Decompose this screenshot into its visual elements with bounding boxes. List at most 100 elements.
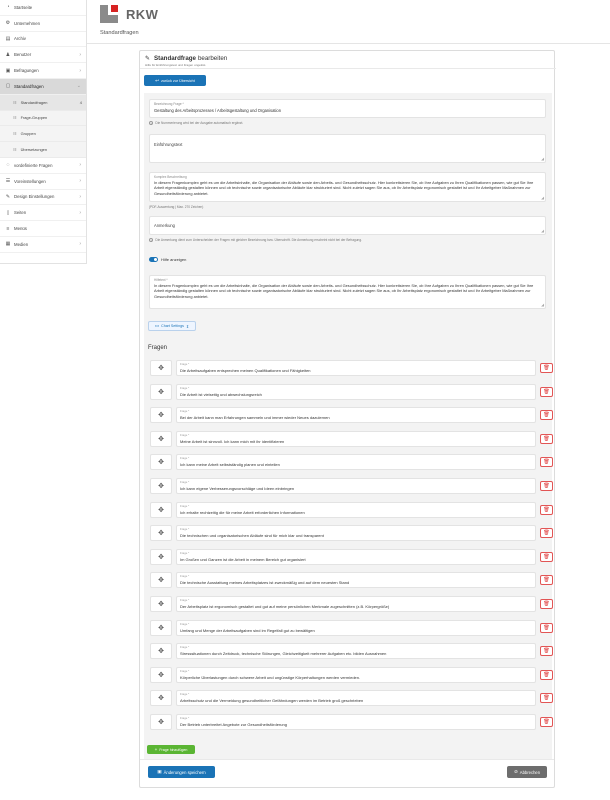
drag-handle-icon[interactable]: ✥ — [150, 525, 172, 542]
drag-handle-icon[interactable]: ✥ — [150, 619, 172, 636]
sidebar-item[interactable]: ▢ Standardfragen ⌄ — [0, 78, 86, 95]
drag-handle-icon[interactable]: ✥ — [150, 643, 172, 660]
question-input[interactable]: Frage * Arbeitsschutz und die Vermeidung … — [176, 690, 536, 707]
question-input[interactable]: Frage * Ich erhalte rechtzeitig die für m… — [176, 501, 536, 518]
sidebar-subitem[interactable]: ☷ Gruppen — [0, 126, 86, 143]
anmerkung-textarea[interactable]: Anmerkung ◢ — [149, 216, 546, 235]
drag-handle-icon[interactable]: ✥ — [150, 383, 172, 400]
trash-icon[interactable]: 🗑 — [540, 599, 553, 609]
drag-handle-icon[interactable]: ✥ — [150, 478, 172, 494]
question-label: Frage * — [180, 456, 190, 461]
drag-handle-icon[interactable]: ✥ — [150, 360, 172, 376]
drag-handle-icon[interactable]: ✥ — [150, 548, 172, 565]
sidebar-item[interactable]: ◌ vordefinierte Fragen › — [0, 158, 86, 174]
question-input[interactable]: Frage * Die technische Ausstattung meines… — [176, 572, 536, 589]
sidebar-item[interactable]: ◔ Startseite — [0, 0, 86, 16]
question-row: ✥ Frage * Ich erhalte rechtzeitig die für … — [150, 500, 553, 518]
question-input[interactable]: Frage * Ich kann eigene Verbesserungsvors… — [176, 478, 536, 494]
question-input[interactable]: Frage * Der Betrieb unterbreitet Angebote… — [176, 714, 536, 730]
trash-icon[interactable]: 🗑 — [540, 504, 553, 515]
add-question-label: Frage hinzufügen — [159, 747, 188, 752]
sidebar-subitem[interactable]: ☷ Standardfragen 4 — [0, 94, 86, 111]
trash-icon[interactable]: 🗑 — [540, 669, 553, 680]
drag-handle-icon[interactable]: ✥ — [150, 596, 172, 612]
sidebar: ◔ Startseite ⚙ Unternehmen ▤ Archiv ♟ Benutzer ›… — [0, 0, 87, 264]
trash-icon[interactable]: 🗑 — [540, 622, 553, 633]
bezeichnung-field[interactable]: Bezeichnung Frage * Gestaltung des Arbei… — [149, 99, 546, 118]
question-input[interactable]: Frage * Der Arbeitsplatz ist ergonomisch … — [176, 596, 536, 612]
list-icon: ☷ — [13, 131, 17, 137]
komplex-beschreibung-field[interactable]: Komplex Beschreibung In diesem Fragenkom… — [149, 172, 546, 202]
drag-handle-icon[interactable]: ✥ — [150, 407, 172, 424]
media-icon: ▦ — [5, 241, 11, 248]
question-icon: ◌ — [6, 162, 10, 169]
cancel-button[interactable]: ⊘ Abbrechen — [507, 766, 547, 778]
drag-handle-icon[interactable]: ✥ — [150, 714, 172, 730]
drag-handle-icon[interactable]: ✥ — [150, 572, 172, 589]
drag-handle-icon[interactable]: ✥ — [150, 454, 172, 471]
resize-handle-icon[interactable]: ◢ — [541, 156, 544, 161]
sidebar-item[interactable]: ☰ Voreinstellungen › — [0, 174, 86, 190]
trash-icon[interactable]: 🗑 — [540, 363, 553, 373]
hilfetext-field[interactable]: Hilfetext * In diesem Fragenkomplex geht… — [149, 275, 546, 309]
question-input[interactable]: Frage * Bei der Arbeit kann man Erfahrung… — [176, 407, 536, 424]
drag-handle-icon[interactable]: ✥ — [150, 501, 172, 518]
einfuehrung-textarea[interactable]: Einführungstext ◢ — [149, 134, 546, 163]
question-row: ✥ Frage * Die Arbeit ist vielseitig und ab… — [150, 382, 553, 400]
sidebar-item[interactable]: ▤ Archiv — [0, 32, 86, 48]
drag-handle-icon[interactable]: ✥ — [150, 666, 172, 683]
question-row: ✥ Frage * Bei der Arbeit kann man Erfahrun… — [150, 405, 553, 424]
sidebar-item[interactable]: ▯ Seiten › — [0, 205, 86, 222]
question-input[interactable]: Frage * Die technischen und organisatoris… — [176, 525, 536, 542]
chevron-right-icon: › — [79, 209, 81, 216]
trash-icon[interactable]: 🗑 — [540, 528, 553, 539]
chart-settings-button[interactable]: ▭ Chart Settings ⇕ — [148, 321, 196, 331]
sidebar-subitem[interactable]: ☷ Frage-Gruppen — [0, 110, 86, 127]
sidebar-item[interactable]: ✎ Design Einstellungen › — [0, 190, 86, 206]
sidebar-item[interactable]: ♟ Benutzer › — [0, 47, 86, 64]
question-input[interactable]: Frage * Umfang und Menge der Arbeitsaufga… — [176, 619, 536, 636]
trash-icon[interactable]: 🗑 — [540, 410, 553, 421]
question-text: Ich kann meine Arbeit selbstständig plan… — [180, 462, 280, 468]
resize-handle-icon[interactable]: ◢ — [541, 302, 544, 307]
question-input[interactable]: Frage * Körperliche Überlastungen durch s… — [176, 666, 536, 683]
trash-icon[interactable]: 🗑 — [540, 481, 553, 491]
question-text: Bei der Arbeit kann man Erfahrungen samm… — [180, 415, 330, 421]
add-question-button[interactable]: + Frage hinzufügen — [147, 745, 195, 754]
trash-icon[interactable]: 🗑 — [540, 717, 553, 727]
sidebar-item-label: Menüs — [14, 226, 27, 232]
komplex-label: Komplex Beschreibung — [154, 175, 187, 179]
back-to-overview-button[interactable]: ↩ zurück zur Übersicht — [144, 75, 206, 86]
anmerkung-placeholder: Anmerkung — [154, 223, 175, 228]
sidebar-item[interactable]: ⚙ Unternehmen — [0, 16, 86, 32]
trash-icon[interactable]: 🗑 — [540, 457, 553, 468]
drag-handle-icon[interactable]: ✥ — [150, 430, 172, 447]
question-input[interactable]: Frage * Ich kann meine Arbeit selbstständ… — [176, 454, 536, 471]
trash-icon[interactable]: 🗑 — [540, 386, 553, 397]
trash-icon[interactable]: 🗑 — [540, 646, 553, 657]
trash-icon[interactable]: 🗑 — [540, 575, 553, 586]
list-icon: ☷ — [13, 115, 17, 121]
sidebar-item[interactable]: ▦ Medien › — [0, 237, 86, 253]
resize-handle-icon[interactable]: ◢ — [541, 228, 544, 233]
question-input[interactable]: Frage * Die Arbeit ist vielseitig und abw… — [176, 383, 536, 400]
count-badge: 4 — [79, 99, 82, 105]
trash-icon[interactable]: 🗑 — [540, 433, 553, 444]
question-row: ✥ Frage * Der Betrieb unterbreitet Angebot… — [150, 712, 553, 730]
question-row: ✥ Frage * Die Arbeitsaufgaben entsprechen … — [150, 358, 553, 376]
question-input[interactable]: Frage * Stresssituationen durch Zeitdruck… — [176, 643, 536, 660]
drag-handle-icon[interactable]: ✥ — [150, 690, 172, 707]
anmerkung-hint: i Die Anmerkung dient zum Unterscheiden … — [149, 238, 362, 243]
resize-handle-icon[interactable]: ◢ — [541, 195, 544, 200]
question-input[interactable]: Frage * Im Großen und Ganzen ist die Arbe… — [176, 548, 536, 565]
question-label: Frage * — [180, 527, 190, 532]
sidebar-item[interactable]: ▣ Befragungen › — [0, 63, 86, 79]
sidebar-subitem[interactable]: ☷ Übersetzungen — [0, 142, 86, 158]
question-input[interactable]: Frage * Die Arbeitsaufgaben entsprechen m… — [176, 360, 536, 376]
hilfe-toggle[interactable] — [149, 257, 158, 262]
trash-icon[interactable]: 🗑 — [540, 693, 553, 704]
question-input[interactable]: Frage * Meine Arbeit ist sinnvoll. Ich ka… — [176, 430, 536, 447]
trash-icon[interactable]: 🗑 — [540, 551, 553, 562]
save-changes-button[interactable]: ▣ Änderungen speichern — [148, 766, 215, 778]
sidebar-item[interactable]: ≡ Menüs — [0, 221, 86, 237]
